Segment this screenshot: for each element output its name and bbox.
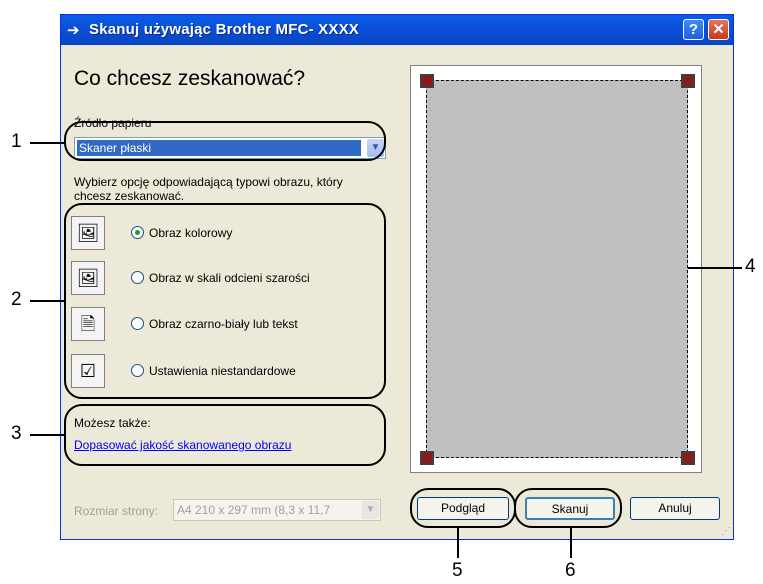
callout-line-1 [30,142,64,144]
callout-line-3 [30,434,64,436]
callout-number-3: 3 [11,423,22,444]
callout-number-2: 2 [11,289,22,310]
callout-line-5 [457,528,459,558]
scanner-arrow-icon: ➔ [67,22,80,39]
crop-handle-bottom-left[interactable] [420,451,434,465]
close-button[interactable]: ✕ [708,19,729,40]
resize-grip-icon[interactable]: ⋰ [721,526,731,537]
callout-box-scan [514,488,622,528]
scan-type-description: Wybierz opcję odpowiadającą typowi obraz… [74,175,343,203]
preview-area[interactable] [410,65,702,473]
callout-number-6: 6 [565,560,576,581]
callout-line-4 [688,267,742,269]
callout-box-also [64,404,386,466]
help-button[interactable]: ? [683,19,704,40]
crop-handle-top-left[interactable] [420,74,434,88]
callout-number-1: 1 [11,131,22,152]
scan-region[interactable] [426,80,688,458]
callout-box-source [64,121,386,161]
title-bar[interactable]: ➔ Skanuj używając Brother MFC- XXXX ? ✕ [61,15,733,45]
callout-box-options [64,203,386,399]
crop-handle-top-right[interactable] [681,74,695,88]
callout-line-2 [30,300,64,302]
page-title: Co chcesz zeskanować? [74,67,306,90]
callout-number-5: 5 [452,560,463,581]
crop-handle-bottom-right[interactable] [681,451,695,465]
callout-number-4: 4 [745,256,756,277]
chevron-down-icon[interactable]: ▼ [362,501,379,519]
page-size-select[interactable]: A4 210 x 297 mm (8,3 x 11,7 ▼ [173,499,381,521]
window-title: Skanuj używając Brother MFC- XXXX [89,21,359,38]
callout-box-preview [410,488,516,528]
cancel-button[interactable]: Anuluj [630,497,720,520]
callout-line-6 [570,528,572,558]
page-size-label: Rozmiar strony: [74,504,159,518]
page-size-value: A4 210 x 297 mm (8,3 x 11,7 [177,503,331,517]
